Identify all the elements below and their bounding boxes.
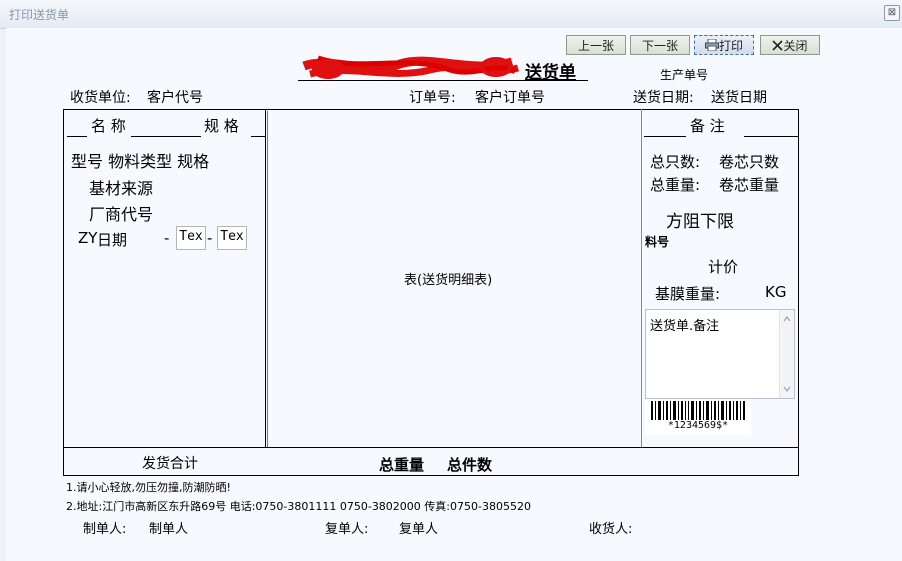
title-underline [298, 80, 588, 81]
delivery-date-value: 送货日期 [711, 90, 767, 106]
next-page-label: 下一张 [641, 39, 678, 53]
order-label: 订单号: [409, 90, 456, 106]
total-weight-label: 总重量: [650, 176, 701, 194]
barcode-bars [651, 401, 745, 420]
grid-divider-left [265, 109, 266, 447]
redacted-company-name [302, 55, 519, 79]
order-value: 客户订单号 [475, 90, 545, 106]
pricing-label: 计价 [708, 258, 739, 276]
total-count-value: 卷芯只数 [719, 153, 780, 171]
tex-field-1[interactable]: Tex [176, 226, 206, 250]
name-column-label: 名 称 [91, 117, 126, 135]
barcode: *1234569$* [645, 399, 751, 435]
maker-value: 制单人 [149, 522, 189, 537]
prev-page-button[interactable]: 上一张 [566, 35, 626, 55]
consignee-label: 收货单位: [70, 90, 131, 106]
close-label: 关闭 [783, 39, 808, 53]
base-film-weight-unit: KG [765, 283, 787, 301]
remark-scrollbar[interactable] [779, 310, 794, 398]
header-rule [251, 136, 265, 137]
maker-label: 制单人: [83, 522, 127, 537]
total-weight-footer: 总重量 [379, 456, 425, 474]
header-rule [744, 136, 798, 137]
remark-text: 送货单.备注 [650, 319, 720, 334]
window-close-icon[interactable]: ⊠ [884, 5, 900, 21]
total-weight-value: 卷芯重量 [719, 176, 780, 194]
zy-label: ZY [78, 229, 98, 247]
resistance-lower-limit: 方阻下限 [666, 212, 734, 232]
delivery-date-label: 送货日期: [633, 90, 694, 106]
handling-note: 1.请小心轻放,勿压勿撞,防潮防晒! [66, 481, 231, 494]
prev-page-label: 上一张 [577, 39, 614, 53]
base-film-weight-label: 基膜重量: [655, 285, 721, 303]
total-pieces-footer: 总件数 [447, 456, 493, 474]
receiver-label: 收货人: [589, 522, 633, 537]
header-rule [644, 136, 686, 137]
date-dash: - [207, 229, 213, 247]
close-button[interactable]: 关闭 [760, 35, 820, 55]
next-page-button[interactable]: 下一张 [630, 35, 690, 55]
remark-column-label: 备 注 [690, 117, 725, 135]
print-button[interactable]: 打印 [694, 35, 754, 55]
material-number: 料号 [645, 235, 670, 249]
remark-textarea[interactable]: 送货单.备注 [645, 309, 795, 399]
model-material-spec: 型号 物料类型 规格 [71, 152, 210, 171]
window-titlebar: 打印送货单 ⊠ [0, 0, 902, 29]
grid-footer-line [63, 447, 799, 448]
total-count-label: 总只数: [650, 153, 701, 171]
consignee-value: 客户代号 [147, 90, 203, 106]
header-rule [67, 136, 87, 137]
shipment-total-label: 发货合计 [142, 456, 198, 472]
grid-divider-right [641, 109, 642, 447]
detail-table-placeholder: 表(送货明细表) [404, 273, 493, 288]
grid-divider-left-inner [267, 111, 268, 447]
printer-icon [704, 37, 719, 57]
header-rule [131, 136, 201, 137]
print-label: 打印 [718, 39, 743, 53]
reviewer-value: 复单人 [399, 522, 439, 537]
substrate-source: 基材来源 [89, 179, 154, 198]
close-icon [772, 37, 784, 57]
tex-field-2[interactable]: Tex [217, 226, 247, 250]
vendor-code: 厂商代号 [89, 205, 154, 224]
date-dash: - [164, 229, 170, 247]
address-note: 2.地址:江门市高新区东升路69号 电话:0750-3801111 0750-3… [66, 500, 531, 513]
window-title: 打印送货单 [9, 8, 70, 22]
spec-column-label: 规 格 [204, 117, 239, 135]
barcode-text: *1234569$* [667, 420, 729, 431]
date-label: 日期 [97, 231, 128, 249]
reviewer-label: 复单人: [325, 522, 369, 537]
production-number: 生产单号 [660, 68, 709, 82]
